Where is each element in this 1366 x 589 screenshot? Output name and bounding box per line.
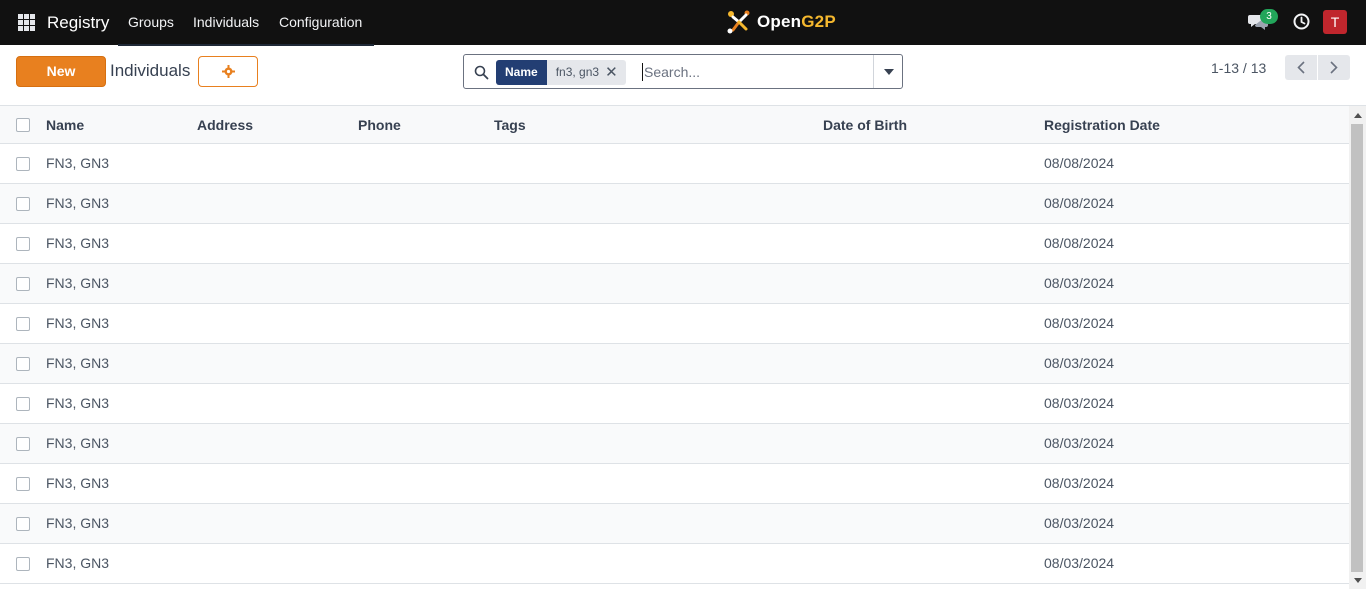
row-select-checkbox[interactable] [16, 237, 30, 251]
table-row[interactable]: FN3, GN3 08/03/2024 [0, 344, 1349, 384]
cell-registration-date: 08/08/2024 [1044, 235, 1115, 251]
menu-divider [118, 44, 374, 46]
cell-name: FN3, GN3 [46, 155, 110, 171]
chat-count-badge: 3 [1260, 9, 1278, 24]
facet-value: fn3, gn3 [555, 65, 600, 79]
cell-registration-date: 08/03/2024 [1044, 435, 1115, 451]
new-button[interactable]: New [16, 56, 106, 87]
cell-registration-date: 08/03/2024 [1044, 475, 1115, 491]
clock-icon[interactable] [1293, 13, 1310, 30]
row-select-checkbox[interactable] [16, 477, 30, 491]
scroll-down-arrow-icon[interactable] [1349, 574, 1366, 586]
caret-down-icon [883, 68, 894, 75]
cell-name: FN3, GN3 [46, 435, 110, 451]
menu-groups[interactable]: Groups [128, 14, 174, 30]
pager-next-button[interactable] [1318, 55, 1350, 80]
select-all-checkbox[interactable] [16, 118, 30, 132]
table-row[interactable]: FN3, GN3 08/03/2024 [0, 304, 1349, 344]
search-icon [474, 65, 489, 80]
chevron-left-icon [1297, 61, 1305, 74]
cell-registration-date: 08/03/2024 [1044, 275, 1115, 291]
table-body: FN3, GN3 08/08/2024 FN3, GN3 08/08/2024 FN3,… [0, 144, 1349, 584]
table-header: Name Address Phone Tags Date of Birth Re… [0, 106, 1349, 144]
logo-text: OpenG2P [757, 12, 836, 31]
vertical-scrollbar[interactable] [1349, 106, 1366, 589]
cell-name: FN3, GN3 [46, 475, 110, 491]
cell-registration-date: 08/08/2024 [1044, 195, 1115, 211]
scroll-up-arrow-icon[interactable] [1349, 109, 1366, 121]
row-select-checkbox[interactable] [16, 397, 30, 411]
user-avatar[interactable]: T [1323, 10, 1347, 34]
table-row[interactable]: FN3, GN3 08/03/2024 [0, 384, 1349, 424]
search-options-toggle[interactable] [873, 55, 903, 88]
column-header-tags[interactable]: Tags [494, 117, 526, 133]
row-select-checkbox[interactable] [16, 517, 30, 531]
cell-name: FN3, GN3 [46, 355, 110, 371]
logo-mark-icon [727, 10, 750, 34]
top-navbar: Registry Groups Individuals Configuratio… [0, 0, 1366, 46]
cell-registration-date: 08/03/2024 [1044, 555, 1115, 571]
search-facet-name: Name fn3, gn3 ✕ [496, 60, 626, 85]
cell-name: FN3, GN3 [46, 515, 110, 531]
cell-registration-date: 08/03/2024 [1044, 515, 1115, 531]
chevron-right-icon [1330, 61, 1338, 74]
table-row[interactable]: FN3, GN3 08/03/2024 [0, 424, 1349, 464]
row-select-checkbox[interactable] [16, 437, 30, 451]
column-header-address[interactable]: Address [197, 117, 253, 133]
openg2p-logo: OpenG2P [726, 9, 836, 35]
search-input[interactable] [642, 63, 872, 81]
column-header-date-of-birth[interactable]: Date of Birth [823, 117, 907, 133]
table-row[interactable]: FN3, GN3 08/08/2024 [0, 184, 1349, 224]
row-select-checkbox[interactable] [16, 197, 30, 211]
breadcrumb: Individuals [110, 61, 191, 80]
pager-previous-button[interactable] [1285, 55, 1317, 80]
actions-gear-button[interactable] [198, 56, 258, 87]
cell-name: FN3, GN3 [46, 195, 110, 211]
row-select-checkbox[interactable] [16, 317, 30, 331]
table-row[interactable]: FN3, GN3 08/08/2024 [0, 144, 1349, 184]
row-select-checkbox[interactable] [16, 277, 30, 291]
cell-name: FN3, GN3 [46, 395, 110, 411]
cell-registration-date: 08/03/2024 [1044, 395, 1115, 411]
row-select-checkbox[interactable] [16, 157, 30, 171]
apps-grid-icon[interactable] [18, 14, 35, 31]
app-name[interactable]: Registry [47, 13, 109, 33]
table-row[interactable]: FN3, GN3 08/03/2024 [0, 504, 1349, 544]
cell-name: FN3, GN3 [46, 555, 110, 571]
individuals-list: Name Address Phone Tags Date of Birth Re… [0, 106, 1349, 589]
column-header-registration-date[interactable]: Registration Date [1044, 117, 1160, 133]
menu-individuals[interactable]: Individuals [193, 14, 259, 30]
facet-label: Name [496, 60, 547, 85]
column-header-name[interactable]: Name [46, 117, 84, 133]
column-header-phone[interactable]: Phone [358, 117, 401, 133]
pager-value[interactable]: 1-13 / 13 [1211, 60, 1266, 76]
facet-remove-icon[interactable]: ✕ [605, 60, 626, 85]
table-row[interactable]: FN3, GN3 08/03/2024 [0, 544, 1349, 584]
search-box[interactable]: Name fn3, gn3 ✕ [463, 54, 903, 89]
table-row[interactable]: FN3, GN3 08/08/2024 [0, 224, 1349, 264]
cell-name: FN3, GN3 [46, 315, 110, 331]
cell-registration-date: 08/03/2024 [1044, 355, 1115, 371]
scrollbar-thumb[interactable] [1351, 124, 1363, 572]
cell-registration-date: 08/03/2024 [1044, 315, 1115, 331]
cell-registration-date: 08/08/2024 [1044, 155, 1115, 171]
row-select-checkbox[interactable] [16, 357, 30, 371]
cell-name: FN3, GN3 [46, 275, 110, 291]
menu-configuration[interactable]: Configuration [279, 14, 362, 30]
row-select-checkbox[interactable] [16, 557, 30, 571]
gear-icon [221, 65, 235, 78]
table-row[interactable]: FN3, GN3 08/03/2024 [0, 464, 1349, 504]
table-row[interactable]: FN3, GN3 08/03/2024 [0, 264, 1349, 304]
cell-name: FN3, GN3 [46, 235, 110, 251]
